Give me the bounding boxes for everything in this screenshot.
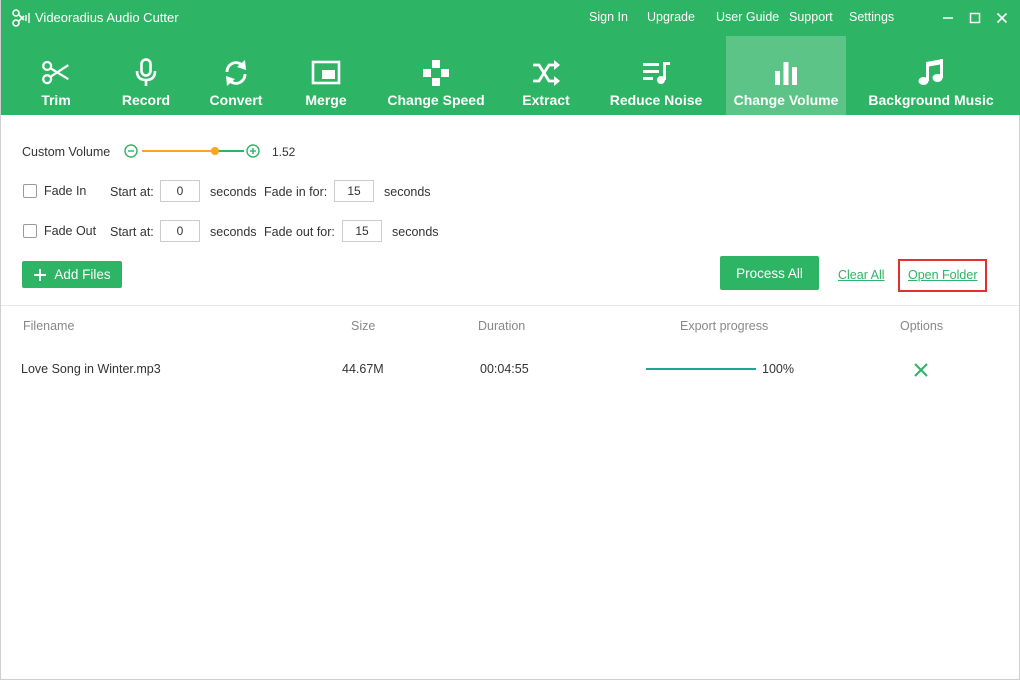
tool-trim[interactable]: Trim: [21, 36, 91, 115]
fade-out-start-input[interactable]: 0: [160, 220, 200, 242]
settings-link[interactable]: Settings: [849, 10, 894, 24]
header: Videoradius Audio Cutter Sign In Upgrade…: [1, 0, 1020, 115]
tool-reduce-noise[interactable]: Reduce Noise: [601, 36, 711, 115]
close-icon: [996, 12, 1007, 24]
app-window: Videoradius Audio Cutter Sign In Upgrade…: [0, 0, 1020, 680]
fade-out-duration-label: Fade out for:: [264, 225, 335, 239]
fade-in-start-label: Start at:: [110, 185, 154, 199]
row-filename: Love Song in Winter.mp3: [21, 362, 161, 376]
noise-list-icon: [643, 62, 670, 84]
plus-icon: [34, 268, 47, 281]
fade-in-start-unit: seconds: [210, 185, 257, 199]
tool-background-music-label: Background Music: [868, 92, 994, 108]
open-folder-link[interactable]: Open Folder: [908, 268, 977, 282]
fade-out-label: Fade Out: [44, 224, 97, 238]
process-all-button[interactable]: Process All: [720, 256, 819, 290]
tool-change-speed[interactable]: Change Speed: [381, 36, 491, 115]
support-link[interactable]: Support: [789, 10, 833, 24]
app-title: Videoradius Audio Cutter: [35, 10, 179, 25]
fade-out-start-unit: seconds: [210, 225, 257, 239]
feature-toolbar: Trim Record Convert Merge Change Speed E…: [1, 36, 1020, 115]
volume-slider-thumb[interactable]: [211, 147, 220, 155]
column-header-size: Size: [351, 319, 376, 333]
gamepad-icon: [423, 60, 449, 86]
add-files-button[interactable]: Add Files: [22, 261, 122, 288]
tool-convert[interactable]: Convert: [201, 36, 271, 115]
volume-slider-filled[interactable]: [142, 150, 216, 152]
fade-in-duration-unit: seconds: [384, 185, 431, 199]
row-progress-fill: [646, 368, 756, 370]
fade-in-duration-input[interactable]: 15: [334, 180, 374, 202]
minimize-icon: [942, 17, 953, 19]
column-header-filename: Filename: [23, 319, 75, 333]
column-header-export-progress: Export progress: [680, 319, 769, 333]
clear-all-link[interactable]: Clear All: [838, 268, 885, 282]
row-size: 44.67M: [342, 362, 384, 376]
process-all-label: Process All: [736, 265, 803, 281]
tool-reduce-noise-label: Reduce Noise: [609, 92, 703, 108]
tool-convert-label: Convert: [209, 92, 263, 108]
main-content: Custom Volume 1.52 Fade In Start at: 0 s…: [1, 115, 1019, 679]
remove-file-icon[interactable]: [912, 361, 930, 379]
tool-background-music[interactable]: Background Music: [861, 36, 1001, 115]
shuffle-icon: [533, 60, 560, 86]
fade-out-duration-input[interactable]: 15: [342, 220, 382, 242]
merge-icon: [311, 60, 341, 85]
column-header-duration: Duration: [478, 319, 526, 333]
tool-change-volume-label: Change Volume: [733, 92, 839, 108]
row-progress-bar: [646, 368, 756, 370]
upgrade-link[interactable]: Upgrade: [647, 10, 695, 24]
volume-increase-icon[interactable]: [246, 144, 260, 158]
microphone-icon: [135, 58, 157, 86]
app-logo-icon: [12, 9, 30, 27]
fade-out-checkbox[interactable]: [23, 224, 37, 238]
maximize-icon: [969, 12, 980, 24]
add-files-label: Add Files: [54, 267, 111, 282]
tool-record[interactable]: Record: [111, 36, 181, 115]
row-duration: 00:04:55: [480, 362, 529, 376]
section-divider: [1, 305, 1019, 306]
column-header-options: Options: [900, 319, 944, 333]
convert-arrows-icon: [225, 60, 247, 86]
bars-chart-icon: [775, 62, 797, 85]
user-guide-link[interactable]: User Guide: [716, 10, 779, 24]
tool-change-speed-label: Change Speed: [387, 92, 485, 108]
tool-trim-label: Trim: [41, 92, 71, 108]
title-bar: Videoradius Audio Cutter Sign In Upgrade…: [1, 0, 1020, 36]
tool-merge[interactable]: Merge: [291, 36, 361, 115]
close-button[interactable]: [985, 6, 1018, 30]
fade-in-start-input[interactable]: 0: [160, 180, 200, 202]
fade-in-label: Fade In: [44, 184, 87, 198]
tool-extract-label: Extract: [522, 92, 570, 108]
row-progress-percent: 100%: [762, 362, 794, 376]
scissors-icon: [42, 60, 69, 85]
volume-decrease-icon[interactable]: [124, 144, 138, 158]
sign-in-link[interactable]: Sign In: [589, 10, 628, 24]
custom-volume-label: Custom Volume: [22, 145, 111, 159]
fade-out-duration-unit: seconds: [392, 225, 439, 239]
fade-out-start-label: Start at:: [110, 225, 154, 239]
tool-record-label: Record: [121, 92, 171, 108]
tool-extract[interactable]: Extract: [511, 36, 581, 115]
volume-slider-track[interactable]: [215, 150, 244, 152]
music-note-icon: [918, 59, 943, 85]
fade-in-checkbox[interactable]: [23, 184, 37, 198]
fade-in-duration-label: Fade in for:: [264, 185, 328, 199]
tool-merge-label: Merge: [305, 92, 347, 108]
volume-value: 1.52: [272, 145, 296, 159]
tool-change-volume[interactable]: Change Volume: [726, 36, 846, 115]
